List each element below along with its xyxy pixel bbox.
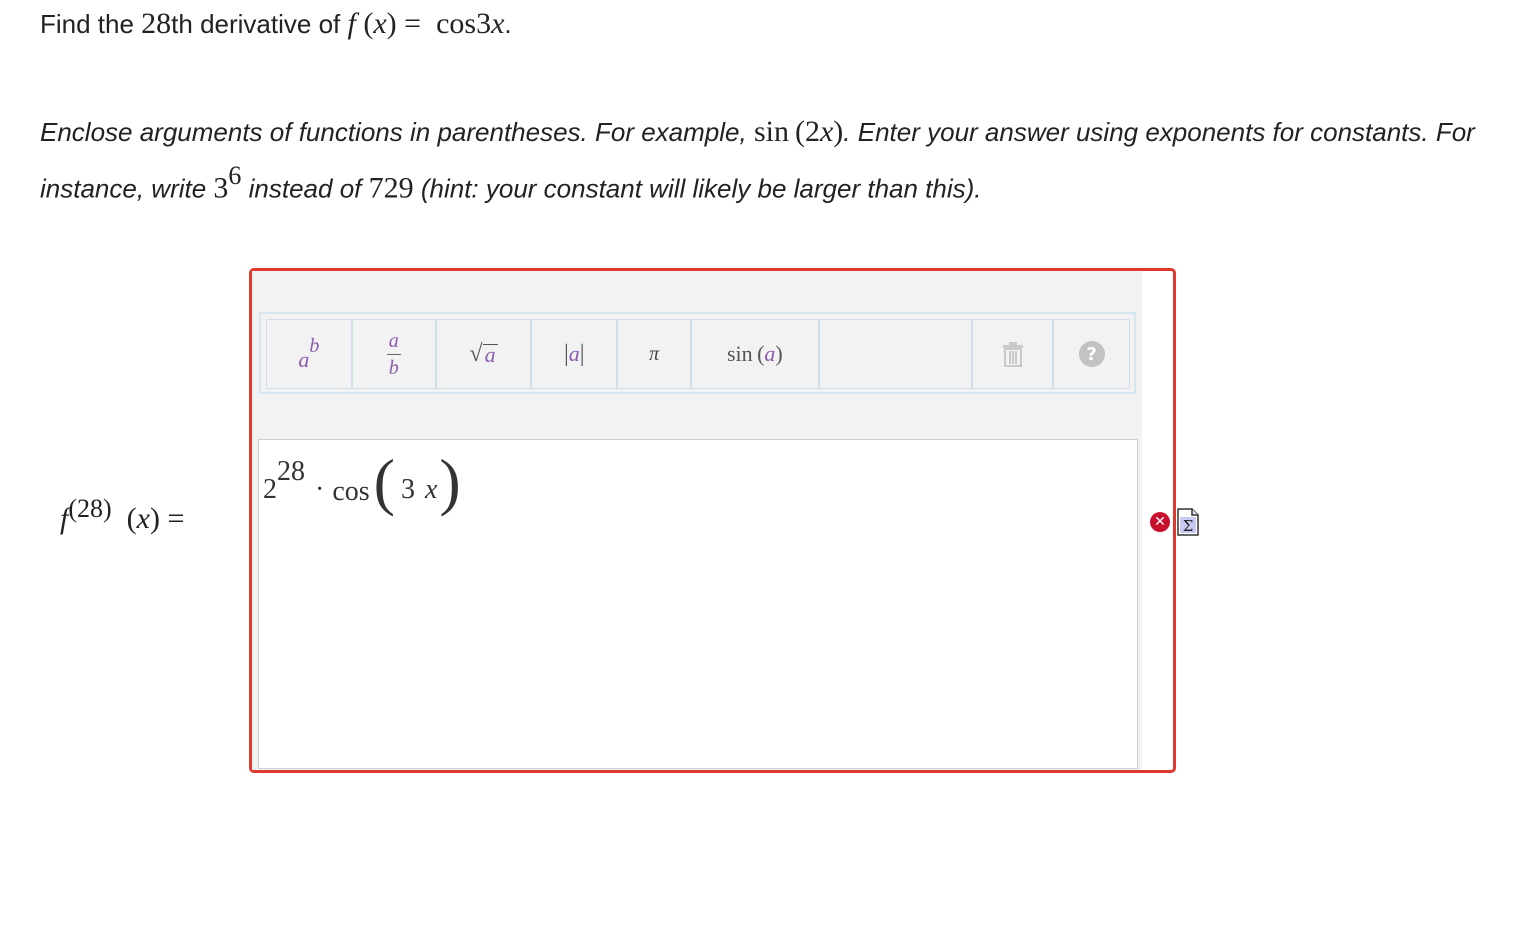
answer-open-paren-large: ( (373, 446, 395, 517)
question-ordinal: 28 (141, 7, 172, 40)
answer-open-paren: ( (126, 502, 137, 535)
example-exponent: 6 (228, 161, 242, 190)
sqrt-argument: a (482, 341, 498, 367)
question-rhs-variable: x (491, 7, 505, 40)
power-exponent: b (309, 334, 320, 357)
radical-icon: √ (469, 340, 483, 367)
toolbar-spacer (820, 320, 974, 388)
trash-button[interactable] (973, 320, 1055, 388)
answer-derivative-order: (28) (68, 494, 112, 523)
help-icon: ? (1078, 341, 1105, 367)
example-variable: x (819, 115, 834, 148)
math-toolbar-inner: ab a b √ a | a | π sin (a) ? (266, 319, 1130, 389)
sqrt-button[interactable]: √ a (437, 320, 533, 388)
help-icon-glyph: ? (1086, 343, 1097, 365)
example-function: sin (753, 115, 789, 148)
question-middle: th derivative of (171, 9, 348, 39)
question-period: . (504, 9, 512, 39)
absolute-value-button[interactable]: | a | (532, 320, 619, 388)
instructions-part4: (hint: your constant will likely be larg… (413, 173, 982, 204)
sin-argument: a (764, 341, 776, 366)
power-base: a (298, 347, 310, 372)
incorrect-icon-glyph: ✕ (1154, 514, 1166, 530)
answer-variable-x: x (424, 474, 438, 505)
equation-editor: ab a b √ a | a | π sin (a) ? 2 28 · cos … (249, 268, 1176, 773)
fraction-numerator: a (388, 329, 399, 352)
pi-button[interactable]: π (618, 320, 693, 388)
sigma-document-icon[interactable]: Σ (1176, 508, 1200, 536)
instructions-part3: instead of (241, 173, 369, 204)
abs-argument: a (568, 341, 580, 366)
answer-close-paren-large: ) (439, 446, 461, 517)
question-rhs-function: cos (436, 7, 477, 40)
example-base: 3 (213, 171, 229, 205)
example-value: 729 (368, 171, 414, 205)
question-prefix: Find the (40, 9, 142, 39)
example-close-paren: ) (833, 115, 844, 148)
svg-text:Σ: Σ (1183, 517, 1194, 535)
fraction-button[interactable]: a b (353, 320, 437, 388)
answer-cos: cos (332, 476, 370, 507)
answer-variable: x (136, 502, 150, 535)
question-rhs-coefficient: 3 (476, 7, 492, 40)
fraction-bar (386, 353, 401, 355)
math-toolbar: ab a b √ a | a | π sin (a) ? (259, 312, 1136, 394)
power-button[interactable]: ab (267, 320, 353, 388)
answer-input-area[interactable]: 2 28 · cos ( 3 x ) (258, 439, 1138, 769)
answer-exponent: 28 (277, 456, 305, 487)
answer-multiply-dot: · (315, 474, 325, 505)
instructions-text: Enclose arguments of functions in parent… (40, 108, 1480, 213)
answer-status: ✕ Σ (1150, 508, 1200, 536)
answer-label: f(28) (x) = (60, 494, 184, 536)
sin-button[interactable]: sin (a) (692, 320, 820, 388)
answer-equals: = (167, 502, 185, 535)
pi-symbol: π (649, 342, 660, 365)
answer-close-paren: ) (150, 502, 160, 535)
question-text: Find the 28th derivative of f (x) = cos3… (40, 7, 512, 40)
question-variable: x (373, 7, 387, 40)
trash-icon (1002, 342, 1023, 367)
example-argument: (2 (794, 115, 820, 148)
question-equals: = (404, 7, 422, 40)
answer-base: 2 (263, 474, 277, 505)
incorrect-icon: ✕ (1150, 512, 1170, 532)
answer-expression[interactable]: 2 28 · cos ( 3 x ) (263, 450, 461, 514)
sin-function-label: sin (726, 341, 753, 366)
fraction-denominator: b (388, 356, 399, 379)
question-function-name: f (347, 7, 356, 40)
help-button[interactable]: ? (1054, 320, 1129, 388)
answer-coefficient: 3 (400, 474, 415, 505)
instructions-part1: Enclose arguments of functions in parent… (40, 117, 754, 147)
